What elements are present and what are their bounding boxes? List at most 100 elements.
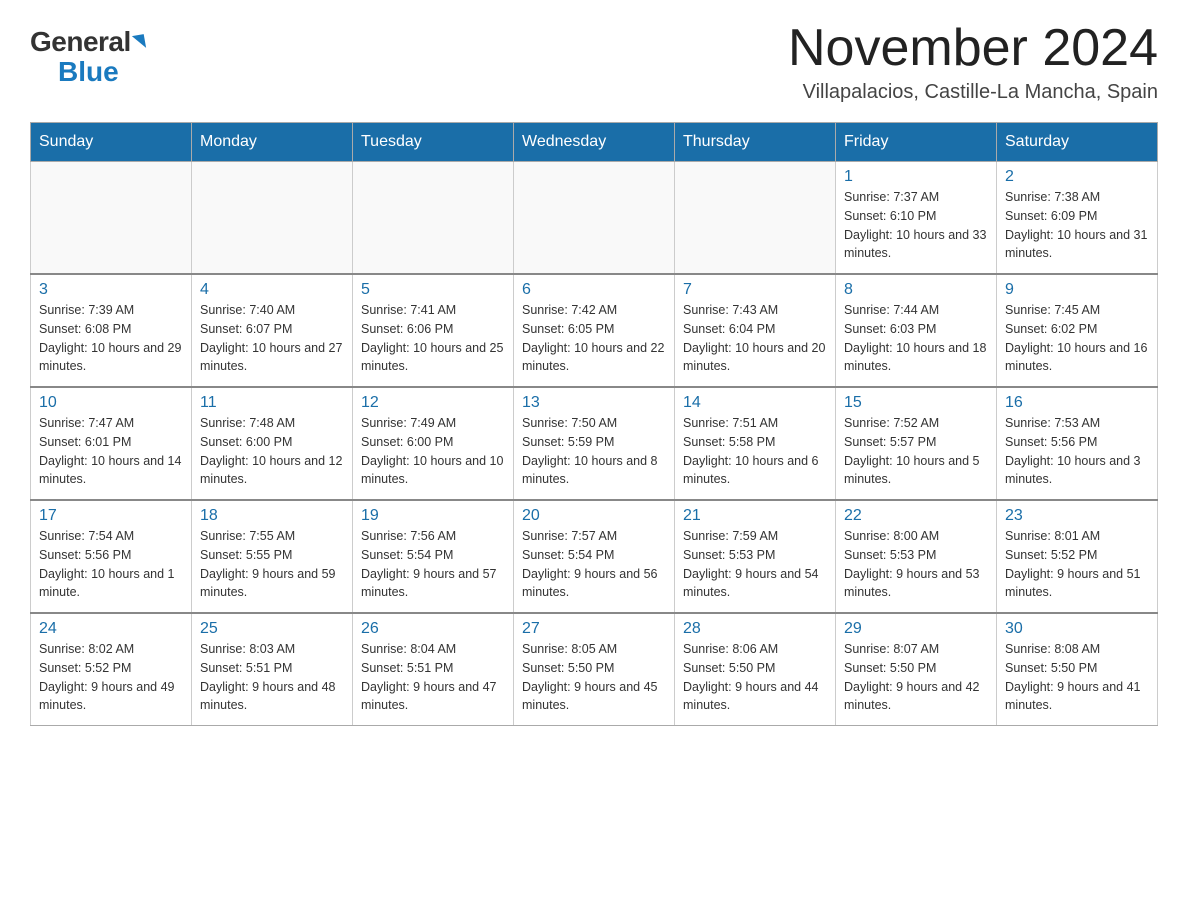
day-info: Sunrise: 7:57 AM Sunset: 5:54 PM Dayligh… [522, 527, 666, 602]
day-info: Sunrise: 7:51 AM Sunset: 5:58 PM Dayligh… [683, 414, 827, 489]
day-number: 15 [844, 394, 988, 412]
calendar-header-row: Sunday Monday Tuesday Wednesday Thursday… [31, 123, 1158, 162]
day-info: Sunrise: 8:02 AM Sunset: 5:52 PM Dayligh… [39, 640, 183, 715]
calendar-cell: 13 Sunrise: 7:50 AM Sunset: 5:59 PM Dayli… [514, 387, 675, 500]
calendar-week-row: 1 Sunrise: 7:37 AM Sunset: 6:10 PM Daylig… [31, 162, 1158, 275]
day-info: Sunrise: 8:00 AM Sunset: 5:53 PM Dayligh… [844, 527, 988, 602]
day-number: 25 [200, 620, 344, 638]
day-info: Sunrise: 7:39 AM Sunset: 6:08 PM Dayligh… [39, 301, 183, 376]
calendar-cell: 18 Sunrise: 7:55 AM Sunset: 5:55 PM Dayli… [192, 500, 353, 613]
day-number: 29 [844, 620, 988, 638]
day-info: Sunrise: 8:03 AM Sunset: 5:51 PM Dayligh… [200, 640, 344, 715]
day-number: 22 [844, 507, 988, 525]
calendar-cell: 20 Sunrise: 7:57 AM Sunset: 5:54 PM Dayli… [514, 500, 675, 613]
calendar-cell: 26 Sunrise: 8:04 AM Sunset: 5:51 PM Dayli… [353, 613, 514, 726]
day-info: Sunrise: 7:38 AM Sunset: 6:09 PM Dayligh… [1005, 188, 1149, 263]
calendar-cell: 7 Sunrise: 7:43 AM Sunset: 6:04 PM Daylig… [675, 274, 836, 387]
calendar-cell: 6 Sunrise: 7:42 AM Sunset: 6:05 PM Daylig… [514, 274, 675, 387]
day-info: Sunrise: 8:05 AM Sunset: 5:50 PM Dayligh… [522, 640, 666, 715]
day-number: 18 [200, 507, 344, 525]
month-title: November 2024 [788, 20, 1158, 77]
day-number: 13 [522, 394, 666, 412]
day-number: 3 [39, 281, 183, 299]
calendar-week-row: 3 Sunrise: 7:39 AM Sunset: 6:08 PM Daylig… [31, 274, 1158, 387]
day-info: Sunrise: 7:37 AM Sunset: 6:10 PM Dayligh… [844, 188, 988, 263]
day-info: Sunrise: 7:56 AM Sunset: 5:54 PM Dayligh… [361, 527, 505, 602]
calendar-cell: 3 Sunrise: 7:39 AM Sunset: 6:08 PM Daylig… [31, 274, 192, 387]
calendar-cell: 4Sunrise: 7:40 AM Sunset: 6:07 PM Daylig… [192, 274, 353, 387]
day-info: Sunrise: 7:49 AM Sunset: 6:00 PM Dayligh… [361, 414, 505, 489]
calendar-cell [675, 162, 836, 275]
day-info: Sunrise: 7:53 AM Sunset: 5:56 PM Dayligh… [1005, 414, 1149, 489]
day-number: 1 [844, 168, 988, 186]
col-monday: Monday [192, 123, 353, 162]
day-info: Sunrise: 7:44 AM Sunset: 6:03 PM Dayligh… [844, 301, 988, 376]
day-info: Sunrise: 7:41 AM Sunset: 6:06 PM Dayligh… [361, 301, 505, 376]
title-block: November 2024 Villapalacios, Castille-La… [788, 20, 1158, 104]
day-number: 14 [683, 394, 827, 412]
day-info: Sunrise: 8:04 AM Sunset: 5:51 PM Dayligh… [361, 640, 505, 715]
day-number: 5 [361, 281, 505, 299]
calendar-cell: 28 Sunrise: 8:06 AM Sunset: 5:50 PM Dayli… [675, 613, 836, 726]
day-info: Sunrise: 7:42 AM Sunset: 6:05 PM Dayligh… [522, 301, 666, 376]
day-number: 16 [1005, 394, 1149, 412]
day-number: 24 [39, 620, 183, 638]
calendar-cell: 10 Sunrise: 7:47 AM Sunset: 6:01 PM Dayli… [31, 387, 192, 500]
day-number: 6 [522, 281, 666, 299]
calendar-cell: 9 Sunrise: 7:45 AM Sunset: 6:02 PM Daylig… [997, 274, 1158, 387]
calendar-cell: 5 Sunrise: 7:41 AM Sunset: 6:06 PM Daylig… [353, 274, 514, 387]
logo: General Blue [30, 20, 145, 86]
day-number: 27 [522, 620, 666, 638]
day-number: 21 [683, 507, 827, 525]
logo-blue-text: Blue [58, 58, 119, 86]
calendar-cell: 17Sunrise: 7:54 AM Sunset: 5:56 PM Dayli… [31, 500, 192, 613]
day-info: Sunrise: 7:43 AM Sunset: 6:04 PM Dayligh… [683, 301, 827, 376]
day-number: 23 [1005, 507, 1149, 525]
day-info: Sunrise: 7:55 AM Sunset: 5:55 PM Dayligh… [200, 527, 344, 602]
calendar-cell: 27 Sunrise: 8:05 AM Sunset: 5:50 PM Dayli… [514, 613, 675, 726]
day-info: Sunrise: 8:07 AM Sunset: 5:50 PM Dayligh… [844, 640, 988, 715]
logo-general-text: General [30, 28, 145, 56]
day-number: 30 [1005, 620, 1149, 638]
col-saturday: Saturday [997, 123, 1158, 162]
day-number: 28 [683, 620, 827, 638]
page-header: General Blue November 2024 Villapalacios… [30, 20, 1158, 104]
calendar-cell: 29 Sunrise: 8:07 AM Sunset: 5:50 PM Dayli… [836, 613, 997, 726]
day-number: 9 [1005, 281, 1149, 299]
calendar-cell: 14 Sunrise: 7:51 AM Sunset: 5:58 PM Dayli… [675, 387, 836, 500]
day-info: Sunrise: 8:08 AM Sunset: 5:50 PM Dayligh… [1005, 640, 1149, 715]
day-number: 10 [39, 394, 183, 412]
col-sunday: Sunday [31, 123, 192, 162]
calendar-cell: 19 Sunrise: 7:56 AM Sunset: 5:54 PM Dayli… [353, 500, 514, 613]
day-number: 19 [361, 507, 505, 525]
calendar-cell: 23 Sunrise: 8:01 AM Sunset: 5:52 PM Dayli… [997, 500, 1158, 613]
calendar-cell [192, 162, 353, 275]
day-info: Sunrise: 7:45 AM Sunset: 6:02 PM Dayligh… [1005, 301, 1149, 376]
day-info: Sunrise: 7:52 AM Sunset: 5:57 PM Dayligh… [844, 414, 988, 489]
day-info: Sunrise: 7:59 AM Sunset: 5:53 PM Dayligh… [683, 527, 827, 602]
col-thursday: Thursday [675, 123, 836, 162]
calendar-cell: 1 Sunrise: 7:37 AM Sunset: 6:10 PM Daylig… [836, 162, 997, 275]
day-info: Sunrise: 7:47 AM Sunset: 6:01 PM Dayligh… [39, 414, 183, 489]
day-info: Sunrise: 8:06 AM Sunset: 5:50 PM Dayligh… [683, 640, 827, 715]
calendar-cell: 21 Sunrise: 7:59 AM Sunset: 5:53 PM Dayli… [675, 500, 836, 613]
calendar-cell: 2 Sunrise: 7:38 AM Sunset: 6:09 PM Daylig… [997, 162, 1158, 275]
calendar-cell [514, 162, 675, 275]
calendar-cell: 12Sunrise: 7:49 AM Sunset: 6:00 PM Dayli… [353, 387, 514, 500]
day-number: 20 [522, 507, 666, 525]
day-info: Sunrise: 7:50 AM Sunset: 5:59 PM Dayligh… [522, 414, 666, 489]
day-number: 26 [361, 620, 505, 638]
day-info: Sunrise: 8:01 AM Sunset: 5:52 PM Dayligh… [1005, 527, 1149, 602]
calendar-table: Sunday Monday Tuesday Wednesday Thursday… [30, 122, 1158, 726]
day-number: 2 [1005, 168, 1149, 186]
calendar-cell: 16 Sunrise: 7:53 AM Sunset: 5:56 PM Dayli… [997, 387, 1158, 500]
day-info: Sunrise: 7:40 AM Sunset: 6:07 PM Dayligh… [200, 301, 344, 376]
calendar-week-row: 24 Sunrise: 8:02 AM Sunset: 5:52 PM Dayli… [31, 613, 1158, 726]
location-subtitle: Villapalacios, Castille-La Mancha, Spain [788, 81, 1158, 104]
calendar-cell [353, 162, 514, 275]
calendar-week-row: 10 Sunrise: 7:47 AM Sunset: 6:01 PM Dayli… [31, 387, 1158, 500]
day-number: 7 [683, 281, 827, 299]
day-number: 8 [844, 281, 988, 299]
calendar-cell [31, 162, 192, 275]
calendar-week-row: 17Sunrise: 7:54 AM Sunset: 5:56 PM Dayli… [31, 500, 1158, 613]
